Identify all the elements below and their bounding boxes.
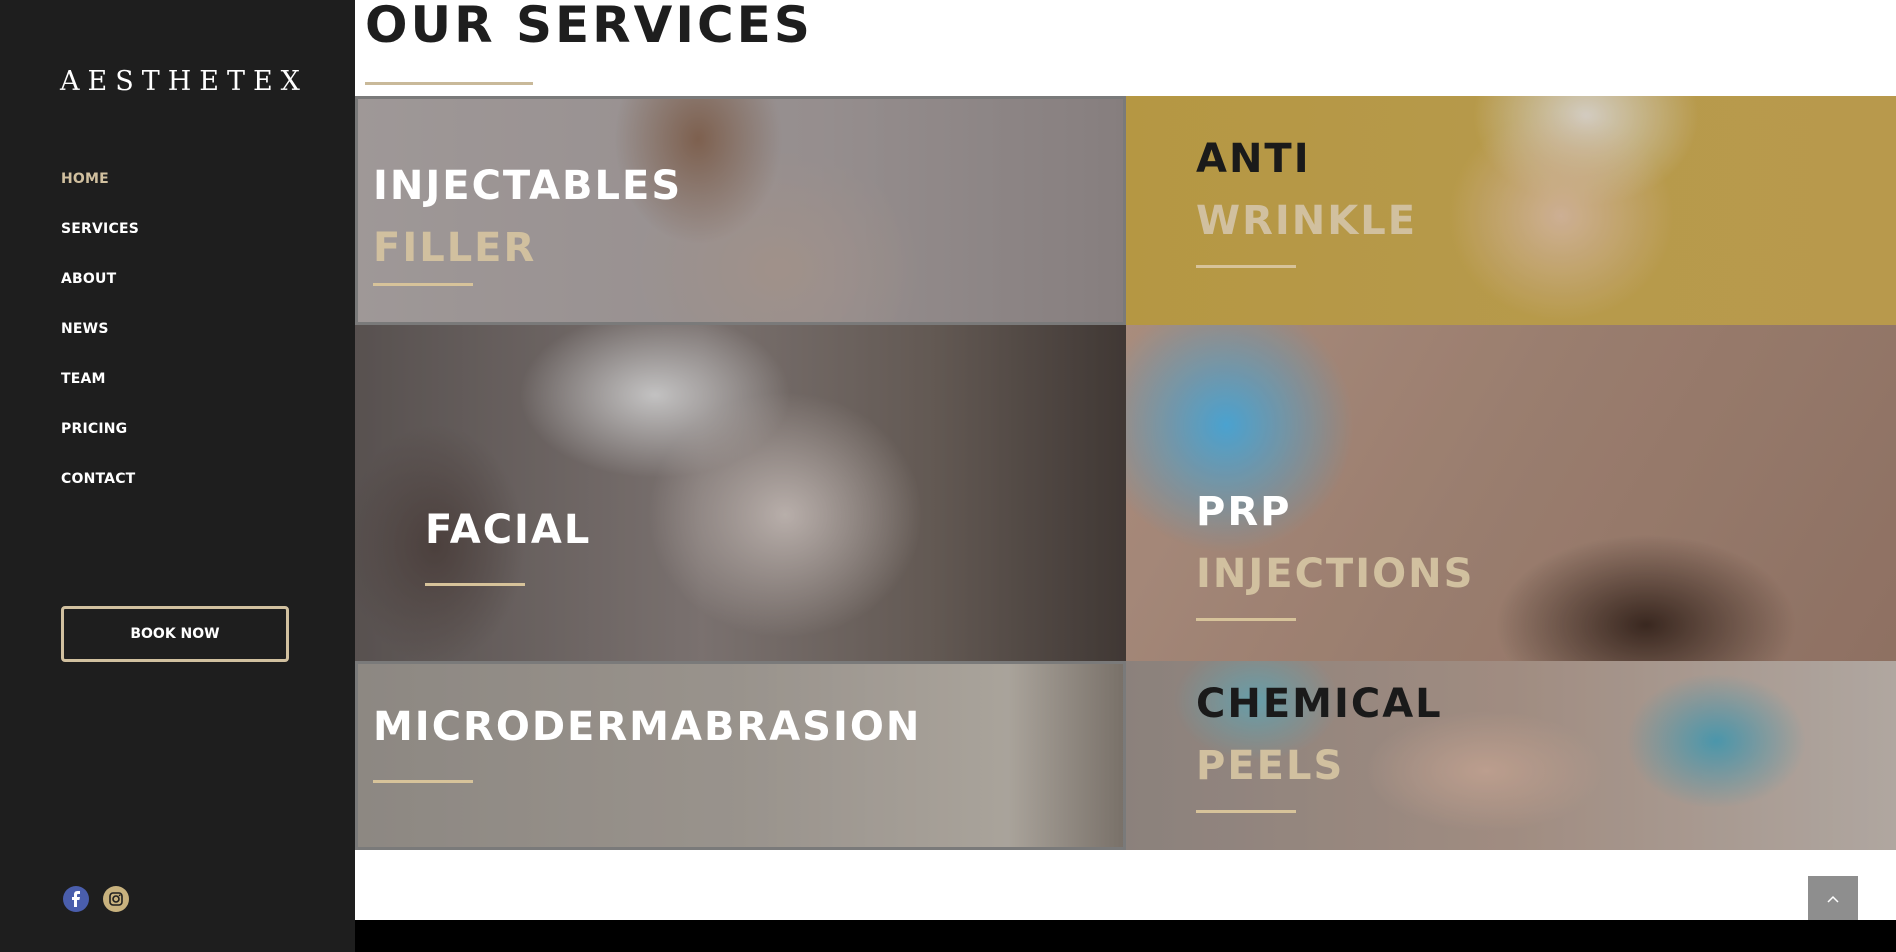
tile-underline bbox=[373, 283, 473, 286]
tile-heading: PRP INJECTIONS bbox=[1196, 481, 1474, 605]
nav-item-services: SERVICES bbox=[61, 220, 139, 270]
nav-item-pricing: PRICING bbox=[61, 420, 139, 470]
nav-item-contact: CONTACT bbox=[61, 470, 139, 520]
nav-item-team: TEAM bbox=[61, 370, 139, 420]
service-tile-anti-wrinkle[interactable]: ANTI WRINKLE bbox=[1126, 96, 1896, 325]
facebook-glyph bbox=[72, 891, 80, 907]
chevron-up-icon bbox=[1827, 895, 1839, 903]
tile-heading-line1: MICRODERMABRASION bbox=[373, 704, 922, 750]
brand-logo[interactable]: AESTHETEX bbox=[60, 66, 308, 97]
tile-heading-line1: PRP bbox=[1196, 489, 1292, 535]
nav-link-home[interactable]: HOME bbox=[61, 171, 109, 187]
main-nav: HOME SERVICES ABOUT NEWS TEAM PRICING CO… bbox=[61, 170, 139, 520]
service-tile-prp-injections[interactable]: PRP INJECTIONS bbox=[1126, 325, 1896, 661]
scroll-to-top-button[interactable] bbox=[1808, 876, 1858, 922]
service-tile-facial[interactable]: FACIAL bbox=[355, 325, 1126, 661]
nav-item-news: NEWS bbox=[61, 320, 139, 370]
service-tile-chemical-peels[interactable]: CHEMICAL PEELS bbox=[1126, 661, 1896, 850]
tile-underline bbox=[1196, 265, 1296, 268]
nav-link-services[interactable]: SERVICES bbox=[61, 221, 139, 237]
tile-heading-line2: WRINKLE bbox=[1196, 198, 1418, 244]
tile-heading-line1: INJECTABLES bbox=[373, 163, 683, 209]
tile-underline bbox=[425, 583, 525, 586]
tile-heading-line1: FACIAL bbox=[425, 507, 592, 553]
tile-heading: FACIAL bbox=[425, 499, 591, 561]
tile-heading-line2: FILLER bbox=[373, 225, 537, 271]
tile-underline bbox=[1196, 810, 1296, 813]
tile-underline bbox=[1196, 618, 1296, 621]
nav-link-team[interactable]: TEAM bbox=[61, 371, 106, 387]
social-links bbox=[63, 886, 129, 912]
tile-heading-line1: ANTI bbox=[1196, 136, 1311, 182]
page-title: OUR SERVICES bbox=[365, 0, 813, 54]
footer-bar bbox=[355, 920, 1896, 952]
tile-underline bbox=[373, 780, 473, 783]
tile-heading: CHEMICAL PEELS bbox=[1196, 673, 1443, 797]
nav-item-home: HOME bbox=[61, 170, 139, 220]
book-now-button[interactable]: BOOK NOW bbox=[61, 606, 289, 662]
tile-heading: INJECTABLES FILLER bbox=[373, 155, 682, 279]
tile-heading-line2: PEELS bbox=[1196, 743, 1345, 789]
nav-link-news[interactable]: NEWS bbox=[61, 321, 109, 337]
instagram-glyph bbox=[109, 892, 123, 906]
sidebar: AESTHETEX HOME SERVICES ABOUT NEWS TEAM … bbox=[0, 0, 355, 952]
tile-heading-line1: CHEMICAL bbox=[1196, 681, 1443, 727]
title-underline bbox=[365, 82, 533, 85]
tile-heading: ANTI WRINKLE bbox=[1196, 128, 1417, 252]
service-tile-microdermabrasion[interactable]: MICRODERMABRASION bbox=[355, 661, 1126, 850]
nav-item-about: ABOUT bbox=[61, 270, 139, 320]
facebook-icon[interactable] bbox=[63, 886, 89, 912]
instagram-icon[interactable] bbox=[103, 886, 129, 912]
nav-link-contact[interactable]: CONTACT bbox=[61, 471, 135, 487]
tile-heading: MICRODERMABRASION bbox=[373, 696, 921, 758]
service-tile-injectables-filler[interactable]: INJECTABLES FILLER bbox=[355, 96, 1126, 325]
nav-link-about[interactable]: ABOUT bbox=[61, 271, 116, 287]
nav-link-pricing[interactable]: PRICING bbox=[61, 421, 127, 437]
main-content: OUR SERVICES INJECTABLES FILLER ANTI WRI… bbox=[355, 0, 1896, 952]
tile-heading-line2: INJECTIONS bbox=[1196, 551, 1475, 597]
